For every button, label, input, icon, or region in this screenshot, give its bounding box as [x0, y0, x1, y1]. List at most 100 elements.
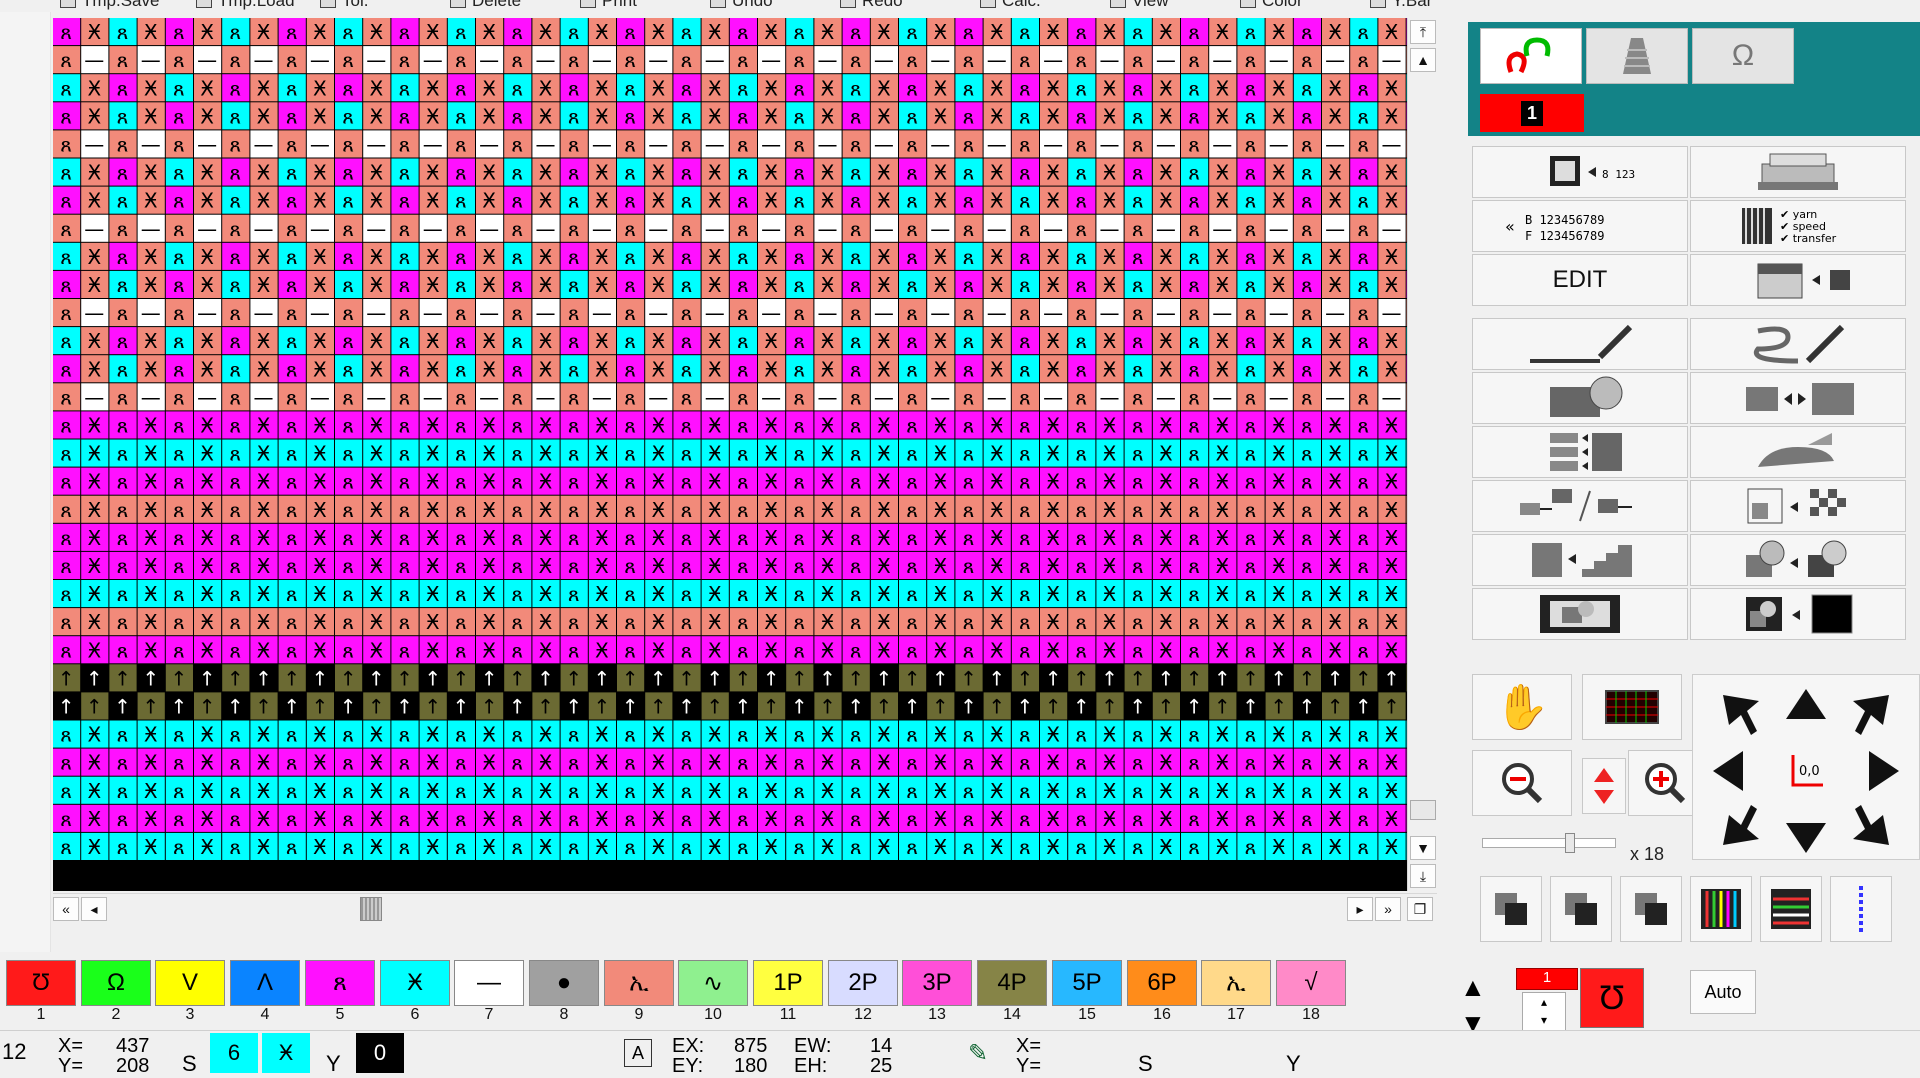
pattern-canvas[interactable]: ጸӾጸӾጸӾጸӾጸӾጸӾጸӾጸӾጸӾጸӾጸӾጸӾጸӾጸӾጸӾጸӾጸӾጸӾጸӾጸӾ… [53, 18, 1407, 891]
palette-up-icon[interactable]: ▲ [1460, 972, 1486, 1003]
svg-text:ጸ: ጸ [1301, 217, 1313, 241]
layer-copy-2-button[interactable] [1550, 876, 1612, 942]
swap-blocks-button[interactable] [1690, 372, 1906, 424]
svg-text:Ӿ: Ӿ [821, 329, 835, 353]
layer-to-block-button[interactable] [1690, 254, 1906, 306]
svg-text:ጸ: ጸ [568, 554, 580, 578]
eyedropper-icon[interactable]: ✎ [968, 1039, 988, 1068]
palette-swatch-14[interactable]: 4P [977, 960, 1047, 1006]
palette-swatch-4[interactable]: Λ [230, 960, 300, 1006]
palette-swatch-5[interactable]: ጸ [305, 960, 375, 1006]
fill-black-button[interactable] [1690, 588, 1906, 640]
vertical-scrollbar[interactable]: ⤒ ▲ ▼ ⤓ [1407, 18, 1438, 891]
grid-view-button[interactable] [1582, 674, 1682, 740]
copy-to-number-button[interactable]: 8 123 [1472, 146, 1688, 198]
svg-text:Ӿ: Ӿ [764, 554, 778, 578]
menu-item-1[interactable]: Tmp.Load [196, 0, 295, 9]
menu-item-2[interactable]: Tol. [320, 0, 368, 9]
menu-item-8[interactable]: View [1110, 0, 1169, 9]
stair-shift-button[interactable] [1472, 534, 1688, 586]
zoom-toggle-button[interactable] [1582, 758, 1626, 814]
palette-swatch-10[interactable]: ∿ [678, 960, 748, 1006]
rows-view-button[interactable] [1760, 876, 1822, 942]
scroll-left-icon[interactable]: ◂ [81, 897, 107, 921]
scroll-last-icon[interactable]: » [1375, 897, 1401, 921]
scroll-top-icon[interactable]: ⤒ [1410, 20, 1436, 44]
number-row-button[interactable]: « B 123456789 F 123456789 [1472, 200, 1688, 252]
stitch-pattern-grid[interactable]: ጸӾጸӾጸӾጸӾጸӾጸӾጸӾጸӾጸӾጸӾጸӾጸӾጸӾጸӾጸӾጸӾጸӾጸӾጸӾጸӾ… [53, 18, 1407, 891]
horizontal-scroll-thumb[interactable] [360, 897, 382, 921]
layer-copy-3-button[interactable] [1620, 876, 1682, 942]
scroll-right-icon[interactable]: ▸ [1347, 897, 1373, 921]
framed-view-button[interactable] [1472, 588, 1688, 640]
palette-swatch-15[interactable]: 5P [1052, 960, 1122, 1006]
menu-item-4[interactable]: Print [580, 0, 637, 9]
yarn-colors-button[interactable] [1690, 876, 1752, 942]
yarn-speed-transfer-button[interactable]: ✔ yarn ✔ speed ✔ transfer [1690, 200, 1906, 252]
palette-swatch-3[interactable]: V [155, 960, 225, 1006]
svg-text:Ӿ: Ӿ [877, 442, 891, 466]
tab-stitch-cone[interactable] [1586, 28, 1688, 84]
palette-swatch-7[interactable]: — [454, 960, 524, 1006]
menu-item-5[interactable]: Undo [710, 0, 773, 9]
scroll-first-icon[interactable]: « [53, 897, 79, 921]
pen-line-button[interactable] [1472, 318, 1688, 370]
scroll-bottom-icon[interactable]: ⤓ [1410, 864, 1436, 888]
svg-text:Ӿ: Ӿ [144, 161, 158, 185]
menu-item-7[interactable]: Calc. [980, 0, 1041, 9]
window-restore-icon[interactable]: ❐ [1407, 897, 1433, 921]
shape-transform-button[interactable] [1690, 534, 1906, 586]
move-arrange-button[interactable] [1472, 480, 1688, 532]
menu-item-3[interactable]: Delete [450, 0, 521, 9]
shape-fill-button[interactable] [1472, 372, 1688, 424]
zoom-slider[interactable] [1482, 838, 1616, 848]
menu-item-6[interactable]: Redo [840, 0, 903, 9]
row-stack-button[interactable] [1472, 426, 1688, 478]
hand-pan-button[interactable]: ✋ [1472, 674, 1572, 740]
auto-button[interactable]: Auto [1690, 970, 1756, 1014]
svg-text:Ӿ: Ӿ [1328, 245, 1342, 269]
svg-text:Ӿ: Ӿ [651, 104, 665, 128]
palette-swatch-2[interactable]: Ω [81, 960, 151, 1006]
svg-text:ጸ: ጸ [850, 357, 862, 381]
selected-stitch-swatch[interactable]: Ʊ [1580, 968, 1644, 1028]
palette-swatch-16[interactable]: 6P [1127, 960, 1197, 1006]
printer-button[interactable] [1690, 146, 1906, 198]
zoom-slider-thumb[interactable] [1565, 833, 1575, 853]
eraser-button[interactable] [1690, 426, 1906, 478]
svg-text:ጸ: ጸ [229, 414, 241, 438]
menu-item-0[interactable]: Tmp.Save [60, 0, 159, 9]
scroll-up-icon[interactable]: ▲ [1410, 48, 1436, 72]
tab-stitch-knit[interactable] [1480, 28, 1582, 84]
svg-text:Ӿ: Ӿ [1385, 161, 1399, 185]
zoom-in-button[interactable] [1628, 750, 1702, 816]
svg-text:Ӿ: Ӿ [764, 835, 778, 859]
svg-text:ጸ: ጸ [1188, 554, 1200, 578]
layer-copy-1-button[interactable] [1480, 876, 1542, 942]
palette-swatch-13[interactable]: 3P [902, 960, 972, 1006]
zoom-out-button[interactable] [1472, 750, 1572, 816]
selected-color-stepper[interactable]: ▴▾ [1522, 992, 1566, 1032]
svg-text:ጸ: ጸ [850, 723, 862, 747]
freehand-draw-button[interactable] [1690, 318, 1906, 370]
palette-swatch-17[interactable]: ኢ [1201, 960, 1271, 1006]
checker-fill-button[interactable] [1690, 480, 1906, 532]
active-color-box[interactable]: 1 [1480, 94, 1584, 132]
palette-swatch-1[interactable]: Ʊ [6, 960, 76, 1006]
horizontal-scrollbar[interactable]: « ◂ ▸ » ❐ [53, 893, 1437, 924]
palette-swatch-6[interactable]: Ӿ [380, 960, 450, 1006]
menu-item-9[interactable]: Color [1240, 0, 1303, 9]
svg-text:Ӿ: Ӿ [877, 723, 891, 747]
vertical-scroll-thumb[interactable] [1410, 800, 1436, 820]
palette-swatch-11[interactable]: 1P [753, 960, 823, 1006]
svg-text:ጸ: ጸ [286, 301, 298, 325]
dotted-line-button[interactable] [1830, 876, 1892, 942]
palette-swatch-18[interactable]: √ [1276, 960, 1346, 1006]
tab-stitch-omega[interactable]: Ω [1692, 28, 1794, 84]
scroll-down-icon[interactable]: ▼ [1410, 836, 1436, 860]
menu-item-10[interactable]: Y.Bar [1370, 0, 1432, 9]
edit-button[interactable]: EDIT [1472, 254, 1688, 306]
palette-swatch-9[interactable]: ኢ [604, 960, 674, 1006]
palette-swatch-12[interactable]: 2P [828, 960, 898, 1006]
palette-swatch-8[interactable]: ● [529, 960, 599, 1006]
